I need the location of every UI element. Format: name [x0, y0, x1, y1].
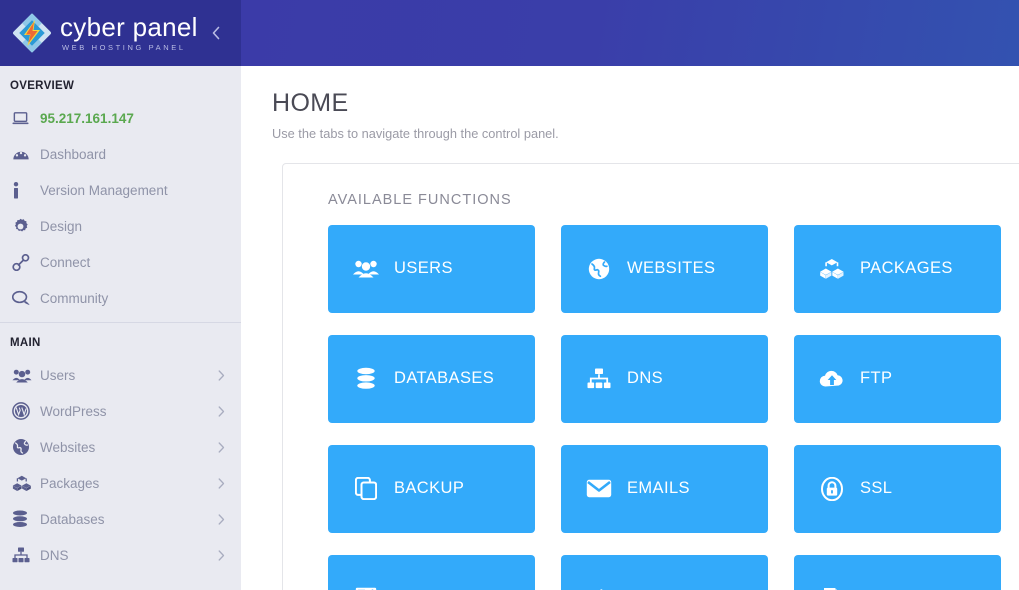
- sitemap-icon: [582, 368, 616, 389]
- tile-websites[interactable]: WEBSITES: [561, 224, 768, 313]
- tile-packages[interactable]: PACKAGES: [794, 224, 1001, 313]
- sidebar-item-label: Dashboard: [40, 146, 107, 162]
- sidebar-item-label: Users: [40, 367, 76, 383]
- database-stack-icon: [349, 367, 383, 390]
- sidebar-item-dashboard[interactable]: Dashboard: [0, 136, 241, 172]
- laptop-icon: [12, 111, 40, 126]
- brand-header: cyber panel WEB HOSTING PANEL: [0, 0, 241, 66]
- sidebar-item-label: 95.217.161.147: [40, 110, 134, 126]
- tile-databases[interactable]: DATABASES: [328, 334, 535, 423]
- users-group-icon: [349, 259, 383, 278]
- sidebar-item-design[interactable]: Design: [0, 208, 241, 244]
- lock-shield-icon: [815, 476, 849, 501]
- envelope-icon: [582, 479, 616, 498]
- sidebar-item-label: Packages: [40, 475, 100, 491]
- panel-title: AVAILABLE FUNCTIONS: [328, 191, 512, 208]
- sidebar-item-users[interactable]: Users: [0, 357, 241, 393]
- users-group-icon: [12, 368, 40, 383]
- tile-logs[interactable]: LOGS: [794, 554, 1001, 590]
- sidebar-item-databases[interactable]: Databases: [0, 501, 241, 537]
- sidebar-section-title-overview: OVERVIEW: [10, 80, 75, 92]
- link-chain-icon: [12, 253, 40, 271]
- tile-label: SSL: [860, 479, 893, 497]
- cloud-upload-icon: [815, 369, 849, 389]
- sidebar-item-dns[interactable]: DNS: [0, 537, 241, 573]
- sidebar-item-label: WordPress: [40, 403, 107, 419]
- page-subtitle: Use the tabs to navigate through the con…: [272, 125, 559, 141]
- database-stack-icon: [12, 510, 40, 528]
- lightning-diamond-logo-icon: [10, 11, 54, 55]
- wordpress-icon: [12, 402, 40, 420]
- sidebar-item-label: Connect: [40, 254, 91, 270]
- tile-backup[interactable]: BACKUP: [328, 444, 535, 533]
- info-icon: [12, 181, 40, 199]
- sidebar-item-label: Version Management: [40, 182, 168, 198]
- packages-cubes-icon: [12, 475, 40, 492]
- chevron-right-icon: [218, 477, 225, 489]
- sidebar-item-version-management[interactable]: Version Management: [0, 172, 241, 208]
- globe-icon: [12, 438, 40, 456]
- globe-icon: [582, 258, 616, 280]
- gear-icon: [12, 218, 40, 235]
- chevron-right-icon: [218, 369, 225, 381]
- tile-ftp[interactable]: FTP: [794, 334, 1001, 423]
- sidebar-item-packages[interactable]: Packages: [0, 465, 241, 501]
- chevron-left-icon: [212, 26, 220, 40]
- chevron-right-icon: [218, 513, 225, 525]
- sidebar-item-connect[interactable]: Connect: [0, 244, 241, 280]
- tile-label: WEBSITES: [627, 259, 716, 277]
- tile-ssl[interactable]: SSL: [794, 444, 1001, 533]
- chevron-right-icon: [218, 405, 225, 417]
- sidebar-item-community[interactable]: Community: [0, 280, 241, 316]
- sidebar: cyber panel WEB HOSTING PANEL OVERVIEW 9…: [0, 0, 241, 590]
- tile-label: DNS: [627, 369, 664, 387]
- chevron-right-icon: [218, 549, 225, 561]
- sidebar-item-ip-address[interactable]: 95.217.161.147: [0, 100, 241, 136]
- sidebar-collapse-button[interactable]: [205, 22, 227, 44]
- tile-php[interactable]: PHP: [561, 554, 768, 590]
- cyberpanel-app: cyber panel WEB HOSTING PANEL OVERVIEW 9…: [0, 0, 1019, 590]
- sidebar-item-label: Websites: [40, 439, 96, 455]
- tile-label: BACKUP: [394, 479, 465, 497]
- top-header-bar: [241, 0, 1019, 66]
- tile-label: DATABASES: [394, 369, 495, 387]
- tile-emails[interactable]: EMAILS: [561, 444, 768, 533]
- sidebar-item-wordpress[interactable]: WordPress: [0, 393, 241, 429]
- tile-label: PACKAGES: [860, 259, 953, 277]
- copy-files-icon: [349, 477, 383, 500]
- main-content: HOME Use the tabs to navigate through th…: [241, 0, 1019, 590]
- page-header: HOME Use the tabs to navigate through th…: [241, 66, 1019, 141]
- tile-label: EMAILS: [627, 479, 690, 497]
- brand-text: cyber panel WEB HOSTING PANEL: [60, 14, 198, 52]
- comment-bubble-icon: [12, 290, 40, 306]
- sidebar-section-title-main: MAIN: [10, 337, 41, 349]
- tile-users[interactable]: USERS: [328, 224, 535, 313]
- function-tile-grid: USERS WEBSITES PACKAGES DATABASES DNS FT…: [283, 224, 1019, 590]
- brand-title: cyber panel: [60, 12, 198, 43]
- dashboard-gauge-icon: [12, 146, 40, 162]
- sidebar-item-label: DNS: [40, 547, 69, 563]
- packages-cubes-icon: [815, 258, 849, 280]
- available-functions-panel: AVAILABLE FUNCTIONS USERS WEBSITES PACKA…: [282, 162, 1019, 590]
- page-title: HOME: [272, 89, 349, 117]
- tile-label: USERS: [394, 259, 453, 277]
- chevron-right-icon: [218, 441, 225, 453]
- sidebar-item-websites[interactable]: Websites: [0, 429, 241, 465]
- brand-subtitle: WEB HOSTING PANEL: [62, 43, 186, 53]
- sidebar-item-label: Community: [40, 290, 109, 306]
- sitemap-icon: [12, 547, 40, 563]
- sidebar-item-label: Design: [40, 218, 83, 234]
- file-document-icon: [815, 587, 849, 590]
- tile-status[interactable]: STATUS: [328, 554, 535, 590]
- sidebar-item-label: Databases: [40, 511, 105, 527]
- tile-label: FTP: [860, 369, 893, 387]
- tile-dns[interactable]: DNS: [561, 334, 768, 423]
